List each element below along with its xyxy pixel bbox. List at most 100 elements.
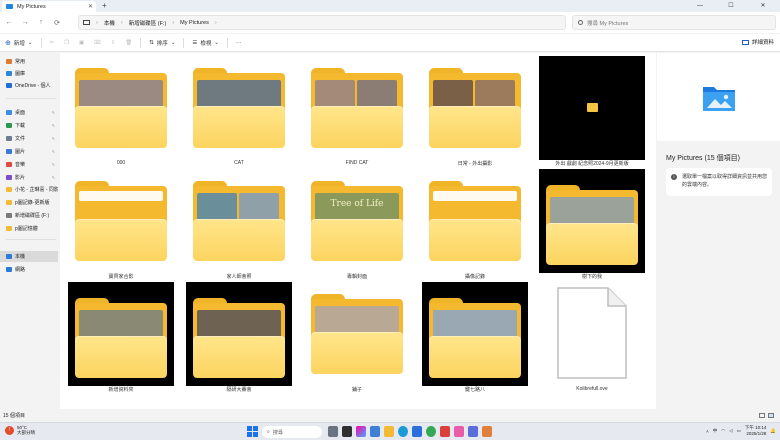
sidebar-item-label: 網路 <box>15 267 26 273</box>
sort-label: 排序 <box>156 40 168 47</box>
chevron-right-icon: › <box>120 19 123 26</box>
refresh-button[interactable]: ⟳ <box>50 19 64 27</box>
breadcrumb[interactable]: › 本機 › 新增磁碟區 (F:) › My Pictures › <box>78 15 566 30</box>
folder-item[interactable]: 家人師會照 <box>186 169 292 281</box>
item-name: 隔研大賽會 <box>226 387 252 393</box>
sort-button[interactable]: ⇅ 排序 ⌄ <box>144 39 180 47</box>
folder-icon <box>311 294 403 374</box>
wifi-icon[interactable]: ◠ <box>721 428 725 434</box>
divider <box>6 98 56 99</box>
item-name: 日常 - 外出攝影 <box>457 161 493 167</box>
sidebar-item[interactable]: 桌面 ✎ <box>0 107 58 118</box>
network-icon <box>6 267 12 272</box>
divider <box>140 37 142 48</box>
rename-button[interactable]: ⌧ <box>89 40 105 46</box>
tiles-view-icon[interactable] <box>768 413 774 418</box>
sidebar-item[interactable]: 常用 <box>0 56 58 67</box>
new-tab-button[interactable]: + <box>102 1 107 10</box>
taskbar-search[interactable]: ⌕ 搜尋 <box>262 426 322 438</box>
music-app-icon[interactable] <box>454 426 464 437</box>
delete-button[interactable]: 🗑 <box>120 40 137 46</box>
details-view-icon[interactable] <box>759 413 765 418</box>
sidebar-item[interactable]: 影片 ✎ <box>0 172 58 183</box>
paste-button[interactable]: ▣ <box>74 40 89 46</box>
back-button[interactable]: ← <box>2 19 16 26</box>
start-button[interactable] <box>247 426 258 437</box>
maximize-button[interactable]: ☐ <box>718 0 744 12</box>
pictures-folder-icon <box>703 87 735 111</box>
store-app-icon[interactable] <box>412 426 422 437</box>
sidebar-item[interactable]: p圖記憶體 <box>0 223 58 234</box>
details-pane-button[interactable]: 詳細資料 <box>741 38 774 46</box>
music-icon <box>6 162 12 167</box>
sidebar-item-label: 本機 <box>15 254 26 260</box>
tab-title: My Pictures <box>17 3 46 10</box>
breadcrumb-item[interactable]: 新增磁碟區 (F:) <box>129 19 167 27</box>
sidebar-item[interactable]: 下載 ✎ <box>0 120 58 131</box>
folder-item[interactable]: 日常 - 外出攝影 <box>422 56 528 168</box>
sidebar-item[interactable]: 圖片 ✎ <box>0 146 58 157</box>
minimize-button[interactable]: — <box>687 0 713 12</box>
player-app-icon[interactable] <box>482 426 492 437</box>
blank-file-icon <box>557 287 627 379</box>
breadcrumb-item[interactable]: 本機 <box>104 19 115 27</box>
view-button[interactable]: ☰ 檢視 ⌄ <box>187 39 224 47</box>
chevron-up-icon[interactable]: ˄ <box>706 429 709 434</box>
folder-item[interactable]: 隔研大賽會 <box>186 282 292 394</box>
folder-item[interactable]: FIND CAT <box>304 56 410 168</box>
language-indicator[interactable]: 中 <box>713 428 718 434</box>
file-explorer-app-icon[interactable] <box>384 426 394 437</box>
up-button[interactable]: ↑ <box>34 19 48 26</box>
sidebar-item[interactable]: 網路 <box>0 264 58 275</box>
edge-app-icon[interactable] <box>398 426 408 437</box>
sidebar-item-label: 桌面 <box>15 110 26 116</box>
sidebar-item[interactable]: 文件 ✎ <box>0 133 58 144</box>
folder-item[interactable]: 樹下的我 <box>539 169 645 281</box>
close-window-button[interactable]: ✕ <box>750 0 776 12</box>
sidebar-item[interactable]: 本機 <box>0 251 58 262</box>
forward-button[interactable]: → <box>18 19 32 26</box>
chrome-app-icon[interactable] <box>426 426 436 437</box>
folder-item[interactable]: 新增資料夾 <box>68 282 174 394</box>
tab-my-pictures[interactable]: My Pictures ✕ <box>2 1 96 12</box>
paste-icon: ▣ <box>79 39 85 46</box>
sidebar-item[interactable]: p圖記錄-更新版 <box>0 197 58 208</box>
folder-item[interactable]: 寶貝家合影 <box>68 169 174 281</box>
battery-icon[interactable]: ▭ <box>737 428 741 434</box>
search-input[interactable]: 搜尋 My Pictures <box>572 15 776 30</box>
folder-item[interactable]: CAT <box>186 56 292 168</box>
sidebar-item[interactable]: 小花 - 芷琳喜 - 同影 <box>0 184 58 195</box>
folder-item[interactable]: 外出 戲劇 紀念照2024-9月更新版 <box>539 56 645 168</box>
share-icon: ⇪ <box>110 39 116 46</box>
tab-close-icon[interactable]: ✕ <box>88 3 93 10</box>
more-button[interactable]: ··· <box>231 40 247 46</box>
clock[interactable]: 下午 10:14 2025/1/28 <box>745 425 767 437</box>
folder-item[interactable]: Tree of Life 專輯封面 <box>304 169 410 281</box>
copy-button[interactable]: ❐ <box>59 40 74 46</box>
address-bar: ← → ↑ ⟳ › 本機 › 新增磁碟區 (F:) › My Pictures … <box>0 12 780 33</box>
sidebar-item[interactable]: OneDrive - 個人 <box>0 80 58 91</box>
cut-button[interactable]: ✂ <box>45 40 60 46</box>
photos-app-icon[interactable] <box>370 426 380 437</box>
breadcrumb-item[interactable]: My Pictures <box>180 20 209 26</box>
divider <box>226 37 228 48</box>
new-button[interactable]: ⊕ 新增 ⌄ <box>0 39 38 47</box>
weather-widget[interactable]: ! 50°C 大部分晴 <box>5 425 35 435</box>
folder-item[interactable]: 鋪子 <box>304 282 410 394</box>
cloud-icon <box>6 83 12 88</box>
file-item[interactable]: Kolibrefull.ove <box>539 282 645 394</box>
folder-item[interactable]: 鍵七路八 <box>422 282 528 394</box>
sidebar-item[interactable]: 音樂 ✎ <box>0 159 58 170</box>
volume-icon[interactable]: ◁ <box>729 428 732 434</box>
share-button[interactable]: ⇪ <box>106 40 121 46</box>
notification-icon[interactable]: 🔔 <box>770 428 776 434</box>
media-app-icon[interactable] <box>468 426 478 437</box>
copilot-app-icon[interactable] <box>356 426 366 437</box>
task-view-icon[interactable] <box>342 426 352 437</box>
folder-item[interactable]: 攝像記錄 <box>422 169 528 281</box>
folder-item[interactable]: 000 <box>68 56 174 168</box>
sidebar-item[interactable]: 圖庫 <box>0 68 58 79</box>
mail-app-icon[interactable] <box>440 426 450 437</box>
sidebar-item[interactable]: 新增磁碟區 (F:) <box>0 210 58 221</box>
widgets-app-icon[interactable] <box>328 426 338 437</box>
